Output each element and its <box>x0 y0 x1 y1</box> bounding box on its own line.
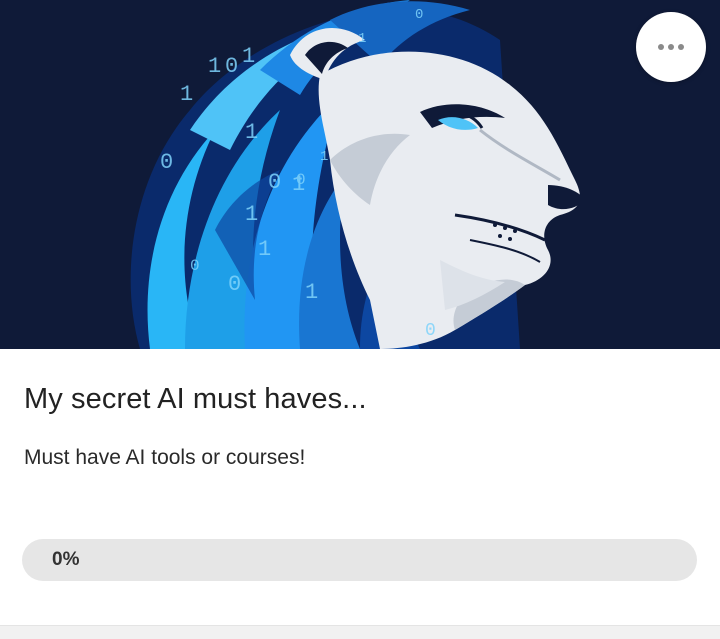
card-description: Must have AI tools or courses! <box>24 446 306 469</box>
progress-bar: 0% <box>22 539 697 581</box>
binary-digit: 1 <box>258 237 271 262</box>
binary-digit: 1 <box>358 31 366 47</box>
binary-digit: 0 <box>268 170 281 195</box>
binary-digit: 0 <box>160 150 173 175</box>
binary-digit: 1 <box>320 149 328 165</box>
binary-digit: 1 <box>208 54 221 79</box>
binary-digit: 1 <box>305 280 318 305</box>
binary-digit: 0 <box>228 272 241 297</box>
more-horizontal-icon <box>658 44 684 50</box>
card-footer-divider <box>0 625 720 639</box>
binary-digit: 0 <box>425 321 436 341</box>
binary-digit: 1 <box>245 120 258 145</box>
binary-digit: 0 <box>296 171 306 189</box>
binary-digit: 0 <box>415 7 423 23</box>
card-title: My secret AI must haves... <box>24 383 367 415</box>
binary-digit: 1 <box>180 82 193 107</box>
more-options-button[interactable] <box>636 12 706 82</box>
progress-label: 0% <box>52 549 80 570</box>
lion-illustration: 1 0 1 1 1 0 1 0 1 0 1 1 0 1 0 0 1 0 <box>0 0 720 349</box>
binary-digit: 0 <box>225 54 238 79</box>
cover-image: 1 0 1 1 1 0 1 0 1 0 1 1 0 1 0 0 1 0 <box>0 0 720 349</box>
binary-digit: 0 <box>190 257 200 275</box>
binary-digit: 1 <box>245 202 258 227</box>
binary-digit: 1 <box>242 44 255 69</box>
card-body: My secret AI must haves... Must have AI … <box>0 349 720 625</box>
post-card[interactable]: 1 0 1 1 1 0 1 0 1 0 1 1 0 1 0 0 1 0 My s… <box>0 0 720 639</box>
